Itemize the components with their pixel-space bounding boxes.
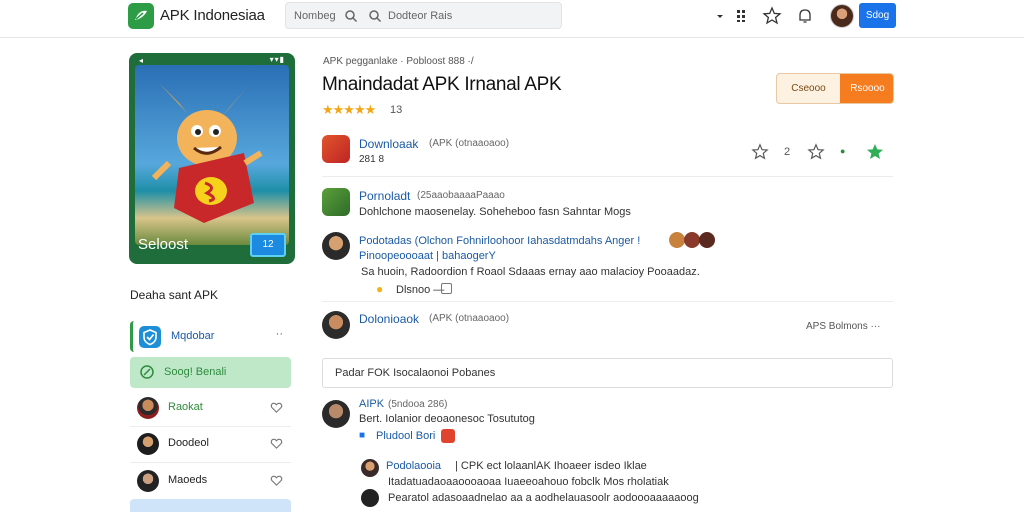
row-line: Pinoopeoooaat | bahaogerY <box>359 250 496 262</box>
heart-icon[interactable] <box>270 437 283 455</box>
back-icon: ◂ <box>139 56 144 65</box>
divider <box>322 176 893 177</box>
avatar <box>322 311 350 339</box>
emoji-icon: ● <box>376 282 384 296</box>
reply-meta: | CPK ect lolaanlAK Ihoaeer isdeo Iklae <box>455 460 647 472</box>
sidebar-item-label: Soog! Benali <box>164 366 227 378</box>
sidebar-item-doodeol[interactable]: Doodeol <box>130 428 291 459</box>
avatar <box>361 459 379 477</box>
search-icon-secondary[interactable] <box>368 9 382 28</box>
row-right-meta[interactable]: APS Bolmons ··· <box>806 321 880 332</box>
dropdown-arrow-icon[interactable] <box>710 6 730 26</box>
search-label: Nombeg <box>294 10 336 22</box>
top-bar: APK Indonesiaa Nombeg Dodteor Rais Sdog <box>0 0 1024 38</box>
app-icon <box>322 135 350 163</box>
reply-text: Itadatuadaoaaoooaoaa Iuaeeoahouo fobclk … <box>388 476 669 488</box>
bell-icon[interactable] <box>795 6 815 26</box>
app-screenshot[interactable]: ◂ ▾▾▮ Seloost 12 <box>129 53 295 264</box>
avatar <box>684 232 700 248</box>
sidebar-item-selected[interactable] <box>130 499 291 512</box>
sign-in-button[interactable]: Sdog <box>859 3 896 28</box>
divider <box>130 426 291 427</box>
install-button[interactable]: Rsoooo <box>840 74 893 103</box>
search-bar[interactable]: Nombeg Dodteor Rais <box>285 2 562 29</box>
more-icon[interactable]: ·· <box>276 328 283 340</box>
sidebar-item-raokat[interactable]: Raokat <box>130 392 291 423</box>
brand-logo-icon[interactable] <box>128 3 154 29</box>
star-outline-icon[interactable] <box>807 143 825 166</box>
avatar <box>137 433 159 455</box>
image-icon[interactable] <box>441 283 452 294</box>
comment-text: Bert. Iolanior deoaonesoc Tosututog <box>359 413 535 425</box>
heart-icon[interactable] <box>270 401 283 419</box>
shield-icon <box>139 326 161 348</box>
comment-meta: (5ndooa 286) <box>388 399 448 410</box>
avatar <box>137 397 159 419</box>
count-label-icon: 2 <box>784 146 791 158</box>
row-meta: (APK (otnaaoaoo) <box>429 313 510 324</box>
divider <box>130 462 291 463</box>
reply-text: Pearatol adasoaadnelao aa a aodhelauasoo… <box>388 492 699 504</box>
page-title: Mnaindadat APK Irnanal APK <box>322 74 562 95</box>
mascot-character-icon <box>151 83 263 223</box>
star-filled-icon[interactable] <box>865 142 885 167</box>
flag-icon: ■ <box>359 430 366 441</box>
avatar <box>361 489 379 507</box>
row-title[interactable]: Dolonioaok <box>359 312 419 326</box>
sidebar-item-label: Raokat <box>168 401 203 413</box>
row-line: Sa huoin, Radoordion f Roaol Sdaaas erna… <box>361 266 700 278</box>
comment-author[interactable]: AIPK <box>359 398 384 410</box>
secondary-action-button[interactable]: Cseooo <box>777 74 840 103</box>
app-icon <box>322 188 350 216</box>
row-line: Dlsnoo — <box>396 284 445 296</box>
apps-grid-icon[interactable] <box>733 6 753 26</box>
dot-icon: ● <box>840 146 846 156</box>
row-sub: Dohlchone maosenelay. Soheheboo fasn Sah… <box>359 206 631 218</box>
heart-icon[interactable] <box>270 474 283 492</box>
sidebar-item-label: Mqdobar <box>171 330 215 342</box>
screenshot-count-badge[interactable]: 12 <box>250 233 286 257</box>
leaf-icon <box>138 363 156 381</box>
star-icon[interactable] <box>762 6 782 26</box>
divider <box>322 301 893 302</box>
status-bar-icons: ▾▾▮ <box>269 55 285 64</box>
search-icon[interactable] <box>344 9 358 28</box>
row-title[interactable]: Pornoladt <box>359 189 410 203</box>
avatar <box>322 232 350 260</box>
row-meta: (APK (otnaaoaoo) <box>429 138 510 149</box>
avatar <box>137 470 159 492</box>
sidebar-item-maoeds[interactable]: Maoeds <box>130 465 291 496</box>
reply-author[interactable]: Podolaooia <box>386 460 441 472</box>
sidebar-heading: Deaha sant APK <box>130 288 219 302</box>
comment-tag[interactable]: Pludool Bori <box>376 430 435 442</box>
sidebar-item-label: Doodeol <box>168 437 209 449</box>
rating-count: 13 <box>390 104 403 116</box>
reply-input[interactable]: Padar FOK Isocalaonoi Pobanes <box>322 358 893 388</box>
install-button-group[interactable]: Cseooo Rsoooo <box>776 73 894 104</box>
avatar <box>669 232 685 248</box>
avatar <box>699 232 715 248</box>
sidebar-item-soog-benali[interactable]: Soog! Benali <box>130 357 291 388</box>
star-outline-icon[interactable] <box>751 143 769 166</box>
sidebar-item-mqdobar[interactable]: Mqdobar ·· <box>130 321 291 352</box>
row-meta: (25aaobaaaaPaaao <box>417 190 505 201</box>
reply-placeholder: Padar FOK Isocalaonoi Pobanes <box>335 367 496 379</box>
rating-stars: ★★★★★ <box>322 102 376 117</box>
breadcrumb[interactable]: APK pegganlake · Pobloost 888 ·/ <box>323 56 474 67</box>
app-caption: Seloost <box>138 236 189 253</box>
avatar <box>322 400 350 428</box>
row-title[interactable]: Podotadas (Olchon Fohnirloohoor Iahasdat… <box>359 235 640 247</box>
row-sub: 281 8 <box>359 154 385 165</box>
brand-name[interactable]: APK Indonesiaa <box>160 7 265 24</box>
badge-icon <box>441 429 455 443</box>
row-title[interactable]: Downloaak <box>359 137 418 151</box>
user-avatar[interactable] <box>830 4 854 28</box>
search-input[interactable]: Dodteor Rais <box>388 10 452 22</box>
sidebar-item-label: Maoeds <box>168 474 208 486</box>
